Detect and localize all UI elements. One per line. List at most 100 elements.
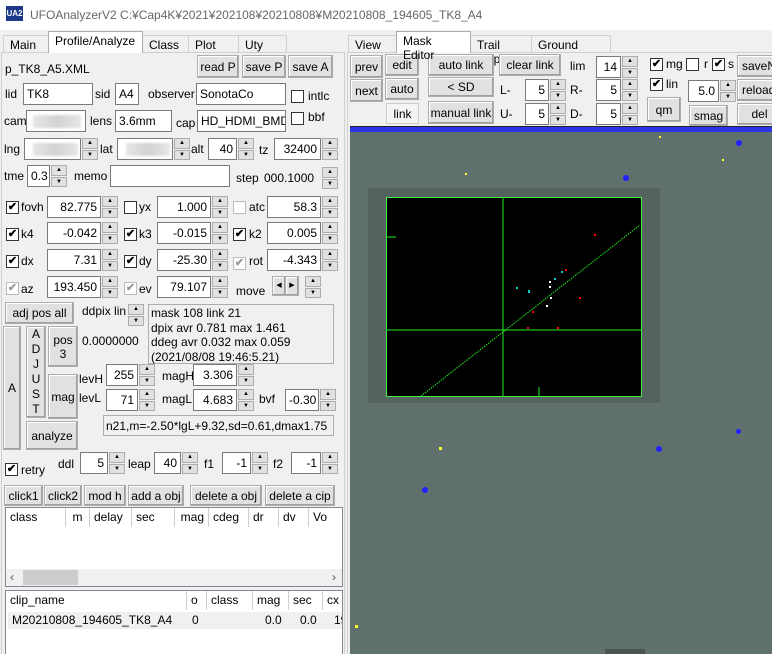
column-header-m[interactable]: m xyxy=(66,508,90,527)
ddl-input[interactable]: 5 xyxy=(80,452,108,474)
f2-spinner[interactable]: ▲ ▼ xyxy=(322,452,338,474)
column-header-sec[interactable]: sec xyxy=(289,591,323,610)
column-header-cdeg[interactable]: cdeg xyxy=(209,508,249,527)
dx-spinner[interactable]: ▲ ▼ xyxy=(102,249,118,271)
ddpix-lin-spinner[interactable]: ▲ ▼ xyxy=(128,304,144,326)
dy-input[interactable]: -25.30 xyxy=(157,249,211,271)
r-input[interactable]: 5 xyxy=(596,79,621,101)
adjust-button[interactable]: ADJUST xyxy=(26,326,46,418)
column-header-dr[interactable]: dr xyxy=(249,508,279,527)
k4-checkbox[interactable]: ✔ xyxy=(6,228,19,241)
mag-button[interactable]: mag xyxy=(48,374,78,419)
sid-input[interactable]: A4 xyxy=(115,83,139,105)
magL-input[interactable]: 4.683 xyxy=(193,389,237,411)
del-button[interactable]: del xyxy=(737,103,772,125)
table-row[interactable]: M20210808_194605_TK8_A4 0 0.0 0.0 19 xyxy=(8,612,342,629)
tab-class[interactable]: Class xyxy=(142,35,189,53)
magL-spinner[interactable]: ▲ ▼ xyxy=(238,389,254,411)
levL-input[interactable]: 71 xyxy=(106,389,138,411)
yx-input[interactable]: 1.000 xyxy=(157,196,211,218)
column-header-delay[interactable]: delay xyxy=(90,508,132,527)
clip-table[interactable]: clip_name o class mag sec cx M20210808_1… xyxy=(5,590,343,654)
mod-h-button[interactable]: mod h xyxy=(84,485,126,506)
retry-checkbox[interactable]: ✔ xyxy=(5,463,18,476)
column-header-o[interactable]: o xyxy=(187,591,207,610)
memo-input[interactable] xyxy=(110,165,230,187)
intlc-checkbox[interactable] xyxy=(291,90,304,103)
value-input[interactable]: 5.0 xyxy=(688,80,719,102)
qm-button[interactable]: qm xyxy=(647,97,681,122)
lng-spinner[interactable]: ▲ ▼ xyxy=(82,138,98,160)
leap-input[interactable]: 40 xyxy=(154,452,181,474)
dy-checkbox[interactable]: ✔ xyxy=(124,255,137,268)
prev-button[interactable]: prev xyxy=(350,55,383,78)
lin-checkbox[interactable]: ✔ xyxy=(650,78,663,91)
ev-spinner[interactable]: ▲ ▼ xyxy=(212,276,228,298)
lid-input[interactable]: TK8 xyxy=(23,83,93,105)
cam-input[interactable] xyxy=(26,110,86,132)
dy-spinner[interactable]: ▲ ▼ xyxy=(212,249,228,271)
lat-input[interactable] xyxy=(117,138,173,160)
a-button[interactable]: A xyxy=(3,326,21,450)
az-spinner[interactable]: ▲ ▼ xyxy=(102,276,118,298)
delete-cip-button[interactable]: delete a cip xyxy=(265,485,335,506)
k3-spinner[interactable]: ▲ ▼ xyxy=(212,222,228,244)
tab-profile-analyze[interactable]: Profile/Analyze xyxy=(48,31,143,53)
magH-spinner[interactable]: ▲ ▼ xyxy=(238,364,254,386)
atc-spinner[interactable]: ▲ ▼ xyxy=(322,196,338,218)
k4-spinner[interactable]: ▲ ▼ xyxy=(102,222,118,244)
column-header-mag[interactable]: mag xyxy=(253,591,289,610)
add-obj-button[interactable]: add a obj xyxy=(128,485,184,506)
atc-input[interactable]: 58.3 xyxy=(267,196,321,218)
saven-button[interactable]: saveN xyxy=(737,55,772,77)
smag-button[interactable]: smag xyxy=(689,105,728,126)
click1-button[interactable]: click1 xyxy=(4,485,43,506)
d-input[interactable]: 5 xyxy=(596,103,621,125)
move-spinner[interactable]: ▲ ▼ xyxy=(305,276,321,298)
tab-main[interactable]: Main xyxy=(3,35,49,53)
bvf-spinner[interactable]: ▲ ▼ xyxy=(320,389,336,411)
az-checkbox[interactable]: ✔ xyxy=(6,282,19,295)
u-spinner[interactable]: ▲ ▼ xyxy=(550,103,566,125)
column-header-sec[interactable]: sec xyxy=(132,508,175,527)
magH-input[interactable]: 3.306 xyxy=(193,364,237,386)
lim-input[interactable]: 14 xyxy=(596,56,621,78)
move-right-button[interactable]: ▶ xyxy=(285,276,299,296)
step-spinner[interactable]: ▲ ▼ xyxy=(322,167,338,189)
yx-spinner[interactable]: ▲ ▼ xyxy=(212,196,228,218)
az-input[interactable]: 193.450 xyxy=(47,276,101,298)
f1-spinner[interactable]: ▲ ▼ xyxy=(252,452,268,474)
f1-input[interactable]: -1 xyxy=(222,452,251,474)
bbf-checkbox[interactable] xyxy=(291,112,304,125)
column-header-cx[interactable]: cx xyxy=(323,591,342,610)
tab-trail-map[interactable]: Trail Map xyxy=(470,35,532,66)
rot-checkbox[interactable]: ✔ xyxy=(233,257,246,270)
manual-link-button[interactable]: manual link xyxy=(428,101,494,124)
lim-spinner[interactable]: ▲ ▼ xyxy=(622,56,638,78)
levH-spinner[interactable]: ▲ ▼ xyxy=(139,364,155,386)
column-header-dv[interactable]: dv xyxy=(279,508,309,527)
read-p-button[interactable]: read P xyxy=(197,55,239,78)
click2-button[interactable]: click2 xyxy=(44,485,82,506)
scroll-right-icon[interactable]: › xyxy=(332,570,336,584)
move-left-button[interactable]: ◀ xyxy=(272,276,286,296)
value-spinner[interactable]: ▲ ▼ xyxy=(720,80,736,102)
r-spinner[interactable]: ▲ ▼ xyxy=(622,79,638,101)
fovh-spinner[interactable]: ▲ ▼ xyxy=(102,196,118,218)
levL-spinner[interactable]: ▲ ▼ xyxy=(139,389,155,411)
leap-spinner[interactable]: ▲ ▼ xyxy=(182,452,198,474)
bvf-input[interactable]: -0.30 xyxy=(285,389,319,411)
k2-checkbox[interactable]: ✔ xyxy=(233,228,246,241)
dx-input[interactable]: 7.31 xyxy=(47,249,101,271)
analyze-button[interactable]: analyze xyxy=(26,421,78,450)
k3-input[interactable]: -0.015 xyxy=(157,222,211,244)
tab-ground-map[interactable]: Ground Map xyxy=(531,35,611,66)
yx-checkbox[interactable] xyxy=(124,201,137,214)
column-header-class[interactable]: class xyxy=(207,591,253,610)
observer-input[interactable]: SonotaCo xyxy=(196,83,286,105)
delete-obj-button[interactable]: delete a obj xyxy=(190,485,262,506)
ev-input[interactable]: 79.107 xyxy=(157,276,211,298)
rot-input[interactable]: -4.343 xyxy=(267,249,321,271)
l-spinner[interactable]: ▲ ▼ xyxy=(550,79,566,101)
next-button[interactable]: next xyxy=(350,79,383,102)
